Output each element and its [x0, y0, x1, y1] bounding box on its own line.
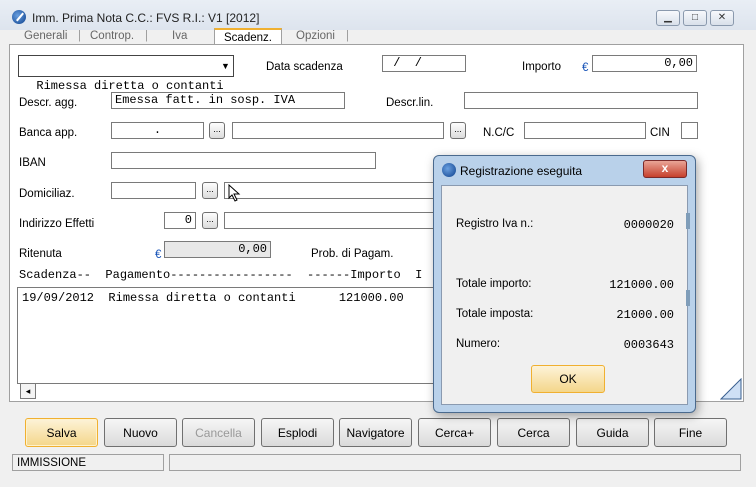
- euro-icon: €: [582, 62, 589, 74]
- nuovo-button[interactable]: Nuovo: [104, 418, 177, 447]
- banca-descr-lookup-button[interactable]: ...: [450, 122, 466, 139]
- scroll-left-icon[interactable]: ◂: [20, 383, 36, 399]
- descr-lin-label: Descr.lin.: [386, 97, 434, 109]
- registro-iva-value: 0000020: [623, 218, 674, 232]
- domiciliaz-lookup-button[interactable]: ...: [202, 182, 218, 199]
- grid-header: Scadenza-- Pagamento----------------- --…: [19, 268, 423, 282]
- importo-label: Importo: [522, 61, 561, 73]
- payment-type-value: Rimessa diretta o contanti: [36, 79, 224, 93]
- close-icon[interactable]: ✕: [710, 10, 734, 26]
- tab-separator: |: [346, 30, 349, 42]
- totale-imposta-value: 21000.00: [616, 308, 674, 322]
- data-scadenza-label: Data scadenza: [266, 61, 343, 73]
- maximize-icon[interactable]: □: [683, 10, 707, 26]
- banca-label: Banca app.: [19, 127, 78, 139]
- totale-imposta-label: Totale imposta:: [456, 308, 534, 320]
- guida-button[interactable]: Guida: [576, 418, 649, 447]
- domiciliaz-descr-input[interactable]: [224, 182, 434, 199]
- tab-generali[interactable]: Generali: [24, 30, 67, 42]
- status-mode: IMMISSIONE: [12, 454, 164, 471]
- background-scrollbar-edge: [686, 213, 690, 229]
- salva-button[interactable]: Salva: [25, 418, 98, 447]
- iban-input[interactable]: [111, 152, 376, 169]
- indirizzo-descr-input[interactable]: [224, 212, 434, 229]
- cerca-button[interactable]: Cerca: [497, 418, 570, 447]
- importo-input[interactable]: 0,00: [592, 55, 697, 72]
- banca-lookup-button[interactable]: ...: [209, 122, 225, 139]
- indirizzo-effetti-label: Indirizzo Effetti: [19, 218, 95, 230]
- ncc-input[interactable]: [524, 122, 646, 139]
- euro-icon: €: [155, 249, 162, 261]
- ncc-label: N.C/C: [483, 127, 515, 139]
- banca-descr-input[interactable]: [232, 122, 444, 139]
- cerca-plus-button[interactable]: Cerca+: [418, 418, 491, 447]
- cin-input[interactable]: [681, 122, 698, 139]
- registro-iva-label: Registro Iva n.:: [456, 218, 534, 230]
- minimize-icon[interactable]: ▁: [656, 10, 680, 26]
- descr-lin-input[interactable]: [464, 92, 698, 109]
- domiciliaz-label: Domiciliaz.: [19, 188, 75, 200]
- fine-button[interactable]: Fine: [654, 418, 727, 447]
- background-scrollbar-edge: [686, 290, 690, 306]
- totale-importo-label: Totale importo:: [456, 278, 532, 290]
- app-icon: [442, 163, 456, 177]
- chevron-down-icon[interactable]: ▼: [219, 58, 232, 74]
- status-message: [169, 454, 741, 471]
- iban-label: IBAN: [19, 157, 46, 169]
- table-row[interactable]: 19/09/2012 Rimessa diretta o contanti 12…: [22, 291, 404, 305]
- window-title: Imm. Prima Nota C.C.: FVS R.I.: V1 [2012…: [32, 11, 260, 25]
- esplodi-button[interactable]: Esplodi: [261, 418, 334, 447]
- tab-opzioni[interactable]: Opzioni: [296, 30, 335, 42]
- cancella-button[interactable]: Cancella: [182, 418, 255, 447]
- numero-label: Numero:: [456, 338, 501, 350]
- prob-pagam-label: Prob. di Pagam.: [311, 248, 394, 260]
- data-scadenza-input[interactable]: / /: [382, 55, 466, 72]
- banca-input[interactable]: .: [111, 122, 204, 139]
- navigatore-button[interactable]: Navigatore: [339, 418, 412, 447]
- app-icon: [12, 10, 26, 24]
- dialog-title: Registrazione eseguita: [460, 164, 583, 178]
- ok-button[interactable]: OK: [531, 365, 605, 393]
- resize-corner-icon: [720, 378, 742, 400]
- dialog-close-button[interactable]: x: [643, 160, 687, 178]
- tab-separator: |: [78, 30, 81, 42]
- ritenuta-label: Ritenuta: [19, 248, 62, 260]
- indirizzo-effetti-input[interactable]: 0: [164, 212, 196, 229]
- tab-controp[interactable]: Controp.: [90, 30, 134, 42]
- ritenuta-input[interactable]: 0,00: [164, 241, 271, 258]
- mouse-cursor-icon: [228, 184, 241, 202]
- tab-separator: |: [145, 30, 148, 42]
- payment-type-select[interactable]: Rimessa diretta o contanti: [18, 55, 234, 93]
- descr-agg-input[interactable]: Emessa fatt. in sosp. IVA: [111, 92, 345, 109]
- domiciliaz-input[interactable]: [111, 182, 196, 199]
- close-icon: x: [661, 161, 669, 175]
- descr-agg-label: Descr. agg.: [19, 97, 78, 109]
- cin-label: CIN: [650, 127, 670, 139]
- tab-iva[interactable]: Iva: [172, 30, 187, 42]
- numero-value: 0003643: [623, 338, 674, 352]
- totale-importo-value: 121000.00: [609, 278, 674, 292]
- indirizzo-lookup-button[interactable]: ...: [202, 212, 218, 229]
